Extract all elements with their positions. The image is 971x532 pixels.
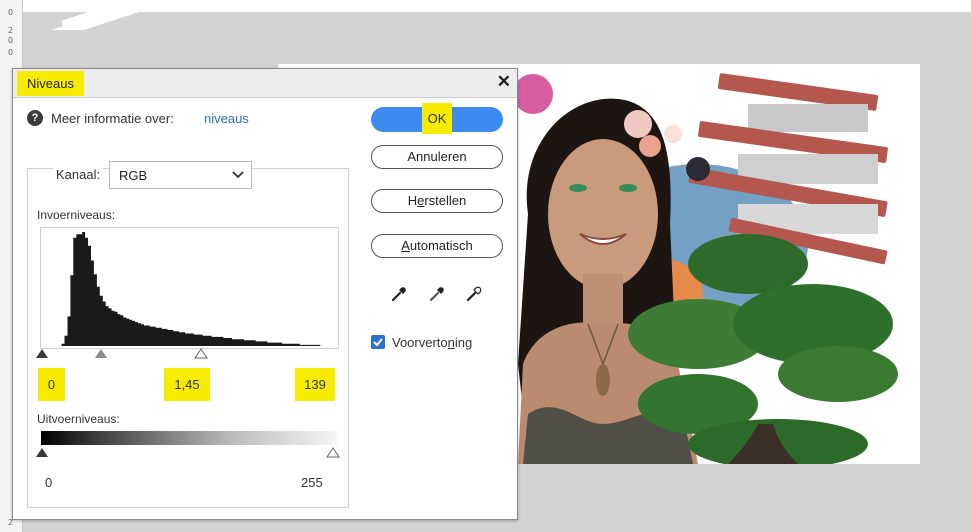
eyedropper-black-icon[interactable] xyxy=(390,285,408,303)
channel-label: Kanaal: xyxy=(53,167,104,182)
output-levels-label: Uitvoerniveaus: xyxy=(37,412,120,426)
preview-label-post: ing xyxy=(454,335,473,350)
output-black-slider[interactable] xyxy=(36,448,48,457)
help-icon: ? xyxy=(27,110,43,126)
input-white-slider[interactable] xyxy=(194,348,208,359)
input-black-slider[interactable] xyxy=(36,349,48,358)
input-white-value[interactable]: 139 xyxy=(295,368,335,401)
ruler-mark: 0 xyxy=(8,36,14,45)
reset-label-pre: H xyxy=(407,193,418,208)
input-gamma-slider[interactable] xyxy=(95,349,107,358)
help-text: Meer informatie over: xyxy=(51,111,174,126)
preview-label-accel: n xyxy=(447,335,455,350)
cancel-button[interactable]: Annuleren xyxy=(371,145,503,169)
histogram-graph xyxy=(41,232,338,346)
channel-select[interactable]: RGB xyxy=(109,161,252,189)
preview-checkbox[interactable] xyxy=(371,335,385,349)
input-black-value[interactable]: 0 xyxy=(38,368,65,401)
output-black-value[interactable]: 0 xyxy=(45,475,52,490)
preview-label-pre: Voorverto xyxy=(392,335,448,350)
reset-button[interactable]: Herstellen xyxy=(371,189,503,213)
histogram xyxy=(40,227,339,349)
output-gradient xyxy=(41,431,337,445)
input-gamma-value[interactable]: 1,45 xyxy=(164,368,210,401)
eyedropper-white-icon[interactable] xyxy=(465,285,483,303)
auto-label-post: utomatisch xyxy=(409,238,473,253)
checkmark-icon xyxy=(373,338,383,347)
output-white-slider[interactable] xyxy=(326,447,340,458)
chevron-down-icon xyxy=(232,171,244,179)
dialog-title: Niveaus xyxy=(17,71,84,96)
reset-label-post: rstellen xyxy=(424,193,467,208)
input-levels-label: Invoerniveaus: xyxy=(37,208,116,222)
eyedropper-gray-icon[interactable] xyxy=(428,285,446,303)
dialog-titlebar[interactable]: Niveaus ✕ xyxy=(13,69,517,98)
auto-button[interactable]: Automatisch xyxy=(371,234,503,258)
corner-decoration xyxy=(0,0,220,30)
histogram-shape xyxy=(41,232,338,346)
channel-value: RGB xyxy=(119,168,148,183)
preview-label[interactable]: Voorvertoning xyxy=(392,335,472,350)
output-white-value[interactable]: 255 xyxy=(301,475,323,490)
levels-dialog: Niveaus ✕ ? Meer informatie over: niveau… xyxy=(12,68,518,520)
ruler-mark: 0 xyxy=(8,48,14,57)
ok-button-label[interactable]: OK xyxy=(422,103,452,134)
help-link[interactable]: niveaus xyxy=(204,111,249,126)
close-icon[interactable]: ✕ xyxy=(497,72,511,92)
auto-label-accel: A xyxy=(401,238,410,253)
